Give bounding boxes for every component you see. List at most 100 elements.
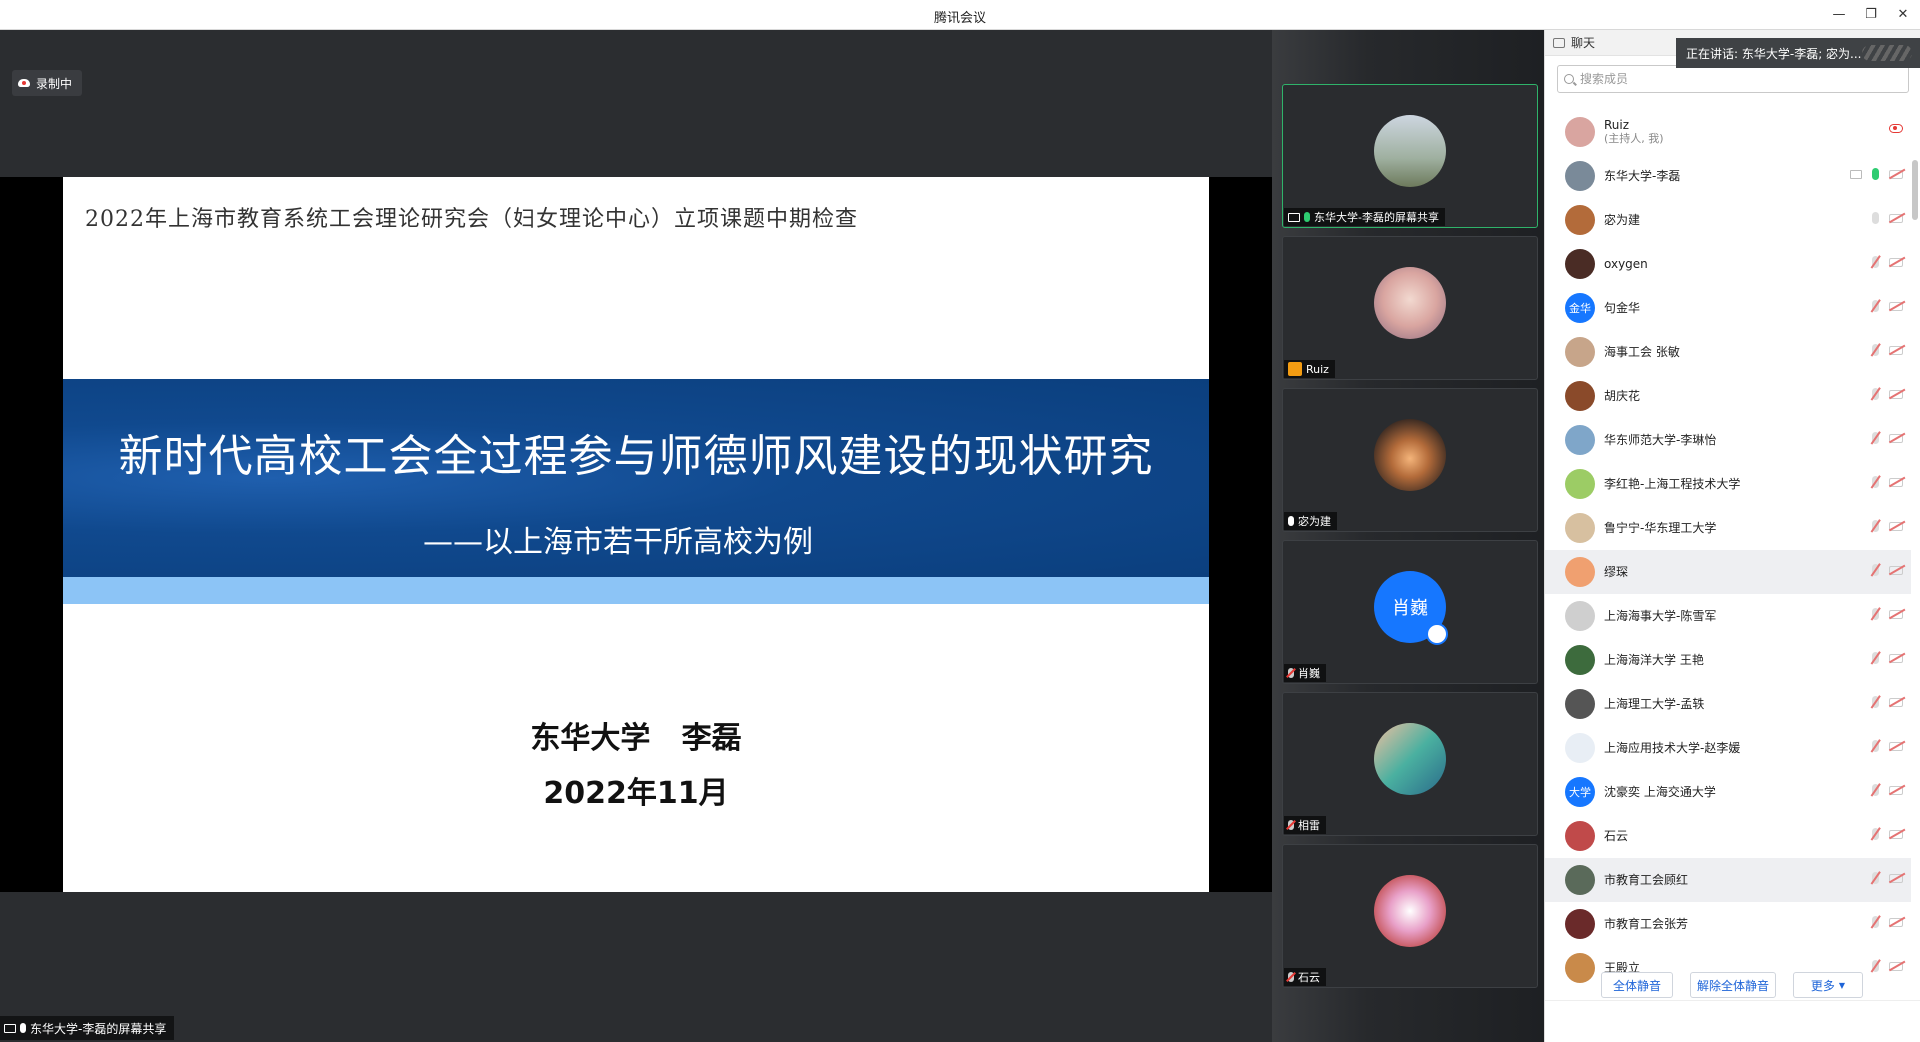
list-item[interactable]: 石云 [1545, 814, 1911, 858]
mic-muted-icon[interactable] [1872, 388, 1879, 400]
video-tile-label: 宓为建 [1284, 512, 1337, 530]
mute-all-button[interactable]: 全体静音 [1601, 972, 1673, 998]
member-name-text: 宓为建 [1604, 213, 1641, 227]
mic-muted-icon[interactable] [1872, 916, 1879, 928]
member-list: Ruiz (主持人, 我) 东华大学-李磊宓为建 oxygen 金华 句金华 海事工会 张敏… [1545, 110, 1911, 990]
mic-muted-icon[interactable] [1872, 740, 1879, 752]
mic-muted-icon[interactable] [1872, 828, 1879, 840]
camera-off-icon[interactable] [1889, 697, 1903, 707]
list-item[interactable]: 上海应用技术大学-赵李媛 [1545, 726, 1911, 770]
list-item[interactable]: 海事工会 张敏 [1545, 330, 1911, 374]
list-item[interactable]: Ruiz (主持人, 我) [1545, 110, 1911, 154]
mic-muted-icon[interactable] [1872, 564, 1879, 576]
recording-badge[interactable]: 录制中 [12, 70, 83, 96]
camera-off-icon[interactable] [1889, 169, 1903, 179]
video-tile-label: 石云 [1284, 968, 1326, 986]
member-status-icons [1872, 872, 1903, 884]
list-item[interactable]: 缪琛 [1545, 550, 1911, 594]
list-item[interactable]: 李红艳-上海工程技术大学 [1545, 462, 1911, 506]
camera-off-icon[interactable] [1889, 565, 1903, 575]
video-tile-name: 肖巍 [1298, 667, 1320, 680]
mic-muted-icon[interactable] [1872, 300, 1879, 312]
member-name: 上海海事大学-陈雪军 [1604, 609, 1716, 623]
mic-icon[interactable] [1872, 212, 1879, 224]
more-button[interactable]: 更多 ▼ [1793, 972, 1863, 998]
list-item[interactable]: 鲁宁宁-华东理工大学 [1545, 506, 1911, 550]
mic-icon[interactable] [1872, 168, 1879, 180]
mic-muted-icon[interactable] [1872, 872, 1879, 884]
close-button[interactable]: ✕ [1892, 5, 1914, 25]
camera-off-icon[interactable] [1889, 345, 1903, 355]
camera-off-icon[interactable] [1889, 653, 1903, 663]
video-tile[interactable]: 石云 [1282, 844, 1538, 988]
list-item[interactable]: 上海海事大学-陈雪军 [1545, 594, 1911, 638]
camera-off-icon[interactable] [1889, 961, 1903, 971]
search-input[interactable] [1580, 72, 1880, 86]
more-label: 更多 [1810, 978, 1835, 993]
slide-subtitle: ——以上海市若干所高校为例 [423, 525, 813, 560]
video-tile[interactable]: Ruiz [1282, 236, 1538, 380]
member-status-icons [1872, 740, 1903, 752]
share-name-text: 东华大学-李磊的屏幕共享 [30, 1021, 167, 1036]
camera-off-icon[interactable] [1889, 301, 1903, 311]
list-item[interactable]: 胡庆花 [1545, 374, 1911, 418]
mic-muted-icon[interactable] [1872, 608, 1879, 620]
member-name-text: 鲁宁宁-华东理工大学 [1604, 521, 1717, 535]
avatar [1565, 205, 1595, 235]
camera-off-icon[interactable] [1889, 873, 1903, 883]
mic-muted-icon[interactable] [1872, 344, 1879, 356]
mic-muted-icon[interactable] [1872, 520, 1879, 532]
avatar [1565, 953, 1595, 983]
camera-off-icon[interactable] [1889, 213, 1903, 223]
camera-off-icon[interactable] [1889, 477, 1903, 487]
screen-share-icon [1288, 212, 1300, 222]
avatar [1565, 733, 1595, 763]
list-item[interactable]: 市教育工会顾红 [1545, 858, 1911, 902]
video-tile[interactable]: 宓为建 [1282, 388, 1538, 532]
mic-muted-icon[interactable] [1872, 696, 1879, 708]
camera-off-icon[interactable] [1889, 741, 1903, 751]
camera-off-icon[interactable] [1889, 609, 1903, 619]
camera-off-icon[interactable] [1889, 433, 1903, 443]
member-status-icons [1872, 476, 1903, 488]
member-name: 沈豪奕 上海交通大学 [1604, 785, 1716, 799]
list-item[interactable]: 宓为建 [1545, 198, 1911, 242]
list-item[interactable]: 大学 沈豪奕 上海交通大学 [1545, 770, 1911, 814]
list-item[interactable]: 金华 句金华 [1545, 286, 1911, 330]
mic-muted-icon[interactable] [1872, 432, 1879, 444]
camera-off-icon[interactable] [1889, 257, 1903, 267]
video-tile[interactable]: 相雷 [1282, 692, 1538, 836]
mic-muted-icon[interactable] [1872, 652, 1879, 664]
member-name-text: 石云 [1604, 829, 1629, 843]
list-item[interactable]: 上海海洋大学 王艳 [1545, 638, 1911, 682]
list-item[interactable]: 市教育工会张芳 [1545, 902, 1911, 946]
mic-muted-icon[interactable] [1872, 256, 1879, 268]
list-item[interactable]: 华东师范大学-李琳怡 [1545, 418, 1911, 462]
list-item[interactable]: oxygen [1545, 242, 1911, 286]
member-panel: 聊天 Ruiz(主持人, 我) 东华大学-李磊宓为建 oxygen 金华句金华海事工会… [1544, 30, 1920, 1042]
scrollbar[interactable] [1912, 160, 1918, 220]
slide-accent-band [63, 577, 1209, 604]
restore-button[interactable]: ❐ [1860, 5, 1882, 25]
list-item[interactable]: 东华大学-李磊 [1545, 154, 1911, 198]
mic-muted-icon[interactable] [1872, 784, 1879, 796]
camera-off-icon[interactable] [1889, 389, 1903, 399]
minimize-button[interactable]: — [1828, 5, 1850, 25]
member-name-text: 李红艳-上海工程技术大学 [1604, 477, 1741, 491]
member-status-icons [1872, 344, 1903, 356]
camera-off-icon[interactable] [1889, 917, 1903, 927]
list-item[interactable]: 上海理工大学-孟轶 [1545, 682, 1911, 726]
user-icon [1288, 362, 1302, 376]
unmute-all-button[interactable]: 解除全体静音 [1690, 972, 1776, 998]
tab-chat[interactable]: 聊天 [1571, 34, 1595, 51]
camera-off-icon[interactable] [1889, 785, 1903, 795]
video-tile[interactable]: 东华大学-李磊的屏幕共享 [1282, 84, 1538, 228]
mic-muted-icon[interactable] [1872, 476, 1879, 488]
member-name: 胡庆花 [1604, 389, 1640, 403]
camera-off-icon[interactable] [1889, 829, 1903, 839]
camera-off-icon[interactable] [1889, 521, 1903, 531]
video-tile[interactable]: 肖巍 肖巍 [1282, 540, 1538, 684]
mic-muted-icon[interactable] [1872, 960, 1879, 972]
member-search[interactable] [1557, 65, 1909, 93]
member-name: oxygen [1604, 257, 1648, 271]
